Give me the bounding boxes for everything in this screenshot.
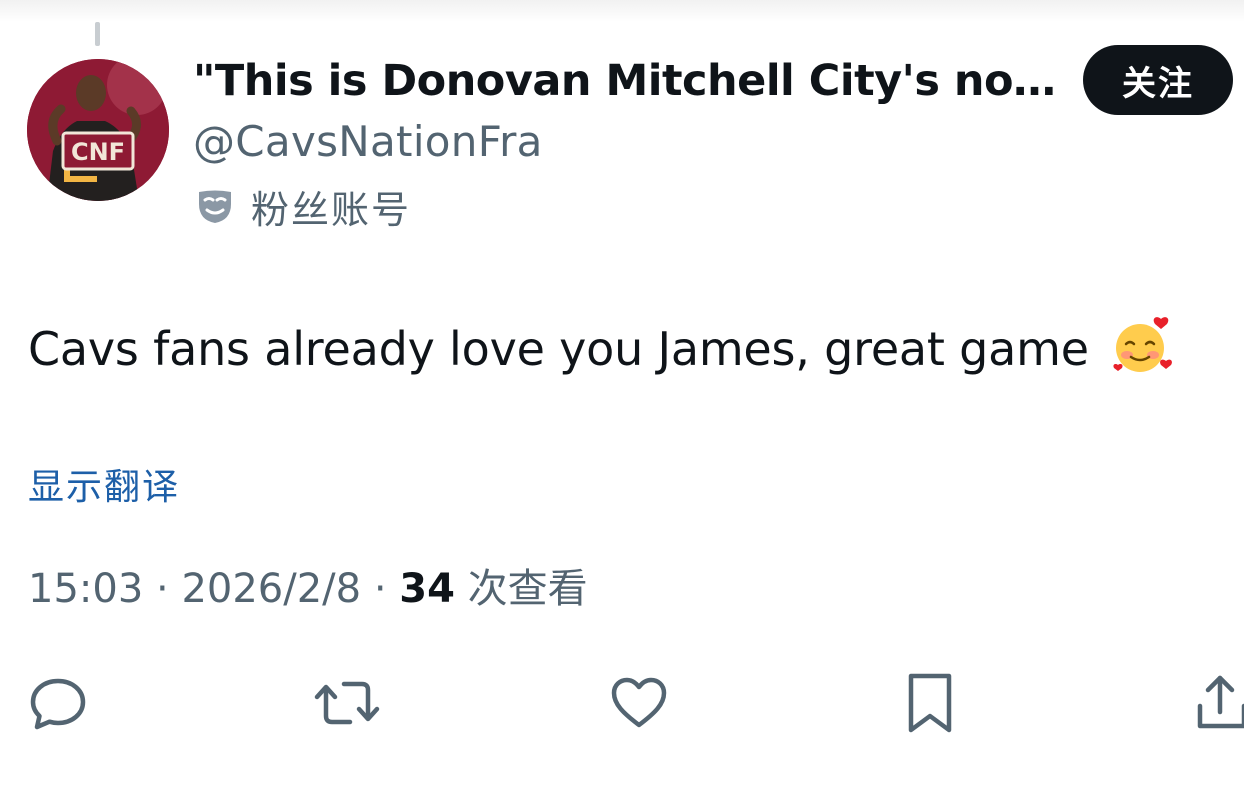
bookmark-button[interactable] (897, 670, 963, 736)
user-handle[interactable]: @CavsNationFra (193, 116, 543, 168)
top-fade (0, 0, 1244, 22)
thread-line (95, 22, 100, 46)
smiling-face-with-hearts-icon (1113, 317, 1173, 372)
tweet-text: Cavs fans already love you James, great … (28, 315, 1173, 382)
meta-separator: · (373, 566, 387, 612)
account-label-row: 粉丝账号 (195, 180, 411, 232)
tweet-date[interactable]: 2026/2/8 (181, 566, 361, 612)
tweet-time[interactable]: 15:03 (28, 566, 143, 612)
share-icon (1197, 675, 1244, 729)
tweet-detail-page: CNF "This is Donovan Mitchell City's now… (0, 0, 1244, 789)
tweet-meta: 15:03 · 2026/2/8 · 34 次查看 (28, 562, 588, 616)
avatar-logo-text: CNF (71, 138, 125, 166)
mask-icon (199, 190, 231, 223)
views-label: 次查看 (467, 566, 588, 612)
reply-button[interactable] (25, 670, 91, 736)
reply-icon (30, 678, 86, 730)
retweet-icon (314, 681, 380, 725)
fan-account-label: 粉丝账号 (251, 187, 412, 232)
follow-button[interactable]: 关注 (1083, 45, 1233, 115)
display-name[interactable]: "This is Donovan Mitchell City's now... (193, 54, 1063, 108)
share-button[interactable] (1178, 670, 1244, 736)
action-bar (0, 662, 1244, 742)
show-translation-link[interactable]: 显示翻译 (28, 462, 180, 514)
meta-separator: · (156, 566, 169, 612)
bookmark-icon (908, 673, 952, 733)
like-button[interactable] (606, 670, 672, 736)
views-count: 34 (399, 566, 455, 612)
tweet-body: Cavs fans already love you James, great … (28, 322, 1089, 376)
avatar[interactable]: CNF (27, 59, 169, 201)
heart-icon (611, 677, 667, 728)
retweet-button[interactable] (314, 670, 380, 736)
